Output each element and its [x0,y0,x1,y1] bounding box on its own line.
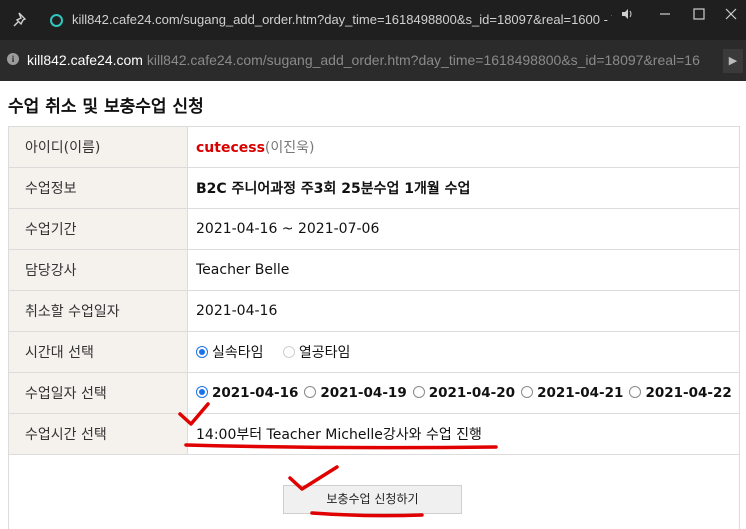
table-row: 담당강사 Teacher Belle [8,249,740,291]
close-icon[interactable] [716,4,746,24]
submit-makeup-button[interactable]: 보충수업 신청하기 [283,485,462,514]
maximize-icon[interactable] [684,4,714,24]
url-text[interactable]: kill842.cafe24.com kill842.cafe24.com/su… [27,52,707,68]
url-host: kill842.cafe24.com [27,52,143,68]
submit-button-label: 보충수업 신청하기 [326,492,419,506]
row-label: 수업시간 선택 [8,413,188,455]
speaker-icon[interactable] [612,4,642,24]
table-row: 시간대 선택 실속타임 열공타임 [8,331,740,373]
radio-selected-icon[interactable] [196,386,208,398]
pin-icon[interactable] [12,11,30,29]
row-label: 아이디(이름) [8,126,188,168]
row-label: 취소할 수업일자 [8,290,188,332]
course-info: B2C 주니어과정 주3회 25분수업 1개월 수업 [187,167,740,209]
table-row: 수업시간 선택 14:00부터 Teacher Michelle강사와 수업 진… [8,413,740,455]
page-title: 수업 취소 및 보충수업 신청 [8,97,204,117]
order-form-table: 아이디(이름) cutecess(이진욱) 수업정보 B2C 주니어과정 주3회… [8,126,740,455]
row-label: 담당강사 [8,249,188,291]
table-row: 수업일자 선택 2021-04-16 2021-04-19 2021-04-20 20… [8,372,740,414]
class-time-info: 14:00부터 Teacher Michelle강사와 수업 진행 [187,413,740,455]
teacher-name: Teacher Belle [187,249,740,291]
date-option-5[interactable]: 2021-04-22 [629,385,732,401]
table-row: 취소할 수업일자 2021-04-16 [8,290,740,332]
date-option-1[interactable]: 2021-04-16 [196,385,298,401]
window-title: kill842.cafe24.com/sugang_add_order.htm?… [72,12,612,27]
row-label: 수업일자 선택 [8,372,188,414]
radio-icon[interactable] [412,386,425,398]
minimize-icon[interactable] [650,4,680,24]
user-id: cutecess [196,140,265,156]
cancel-date: 2021-04-16 [187,290,740,332]
info-icon[interactable]: i [7,53,19,65]
user-name: (이진욱) [264,140,315,156]
table-row: 수업기간 2021-04-16 ~ 2021-07-06 [8,208,740,250]
url-path: kill842.cafe24.com/sugang_add_order.htm?… [142,52,700,68]
user-id-value: cutecess(이진욱) [187,126,740,168]
radio-icon[interactable] [629,386,642,398]
date-option-2[interactable]: 2021-04-19 [304,385,407,401]
time-slot-options: 실속타임 열공타임 [187,331,740,373]
date-options: 2021-04-16 2021-04-19 2021-04-20 2021-04-21… [187,372,740,414]
radio-icon[interactable] [304,386,317,398]
time-slot-option-2[interactable]: 열공타임 [282,345,350,361]
table-row: 아이디(이름) cutecess(이진욱) [8,126,740,168]
table-row: 수업정보 B2C 주니어과정 주3회 25분수업 1개월 수업 [8,167,740,209]
date-option-4[interactable]: 2021-04-21 [521,385,623,401]
row-label: 수업정보 [8,167,188,209]
radio-icon[interactable] [282,346,295,358]
radio-selected-icon[interactable] [196,346,208,358]
row-label: 수업기간 [8,208,188,250]
time-slot-option-1[interactable]: 실속타임 [196,345,264,361]
course-period: 2021-04-16 ~ 2021-07-06 [187,208,740,250]
radio-icon[interactable] [521,386,534,398]
row-label: 시간대 선택 [8,331,188,373]
date-option-3[interactable]: 2021-04-20 [412,385,515,401]
site-status-icon [50,14,63,27]
scroll-right-icon[interactable]: ▶ [723,49,743,73]
browser-title-bar: kill842.cafe24.com/sugang_add_order.htm?… [0,0,746,40]
